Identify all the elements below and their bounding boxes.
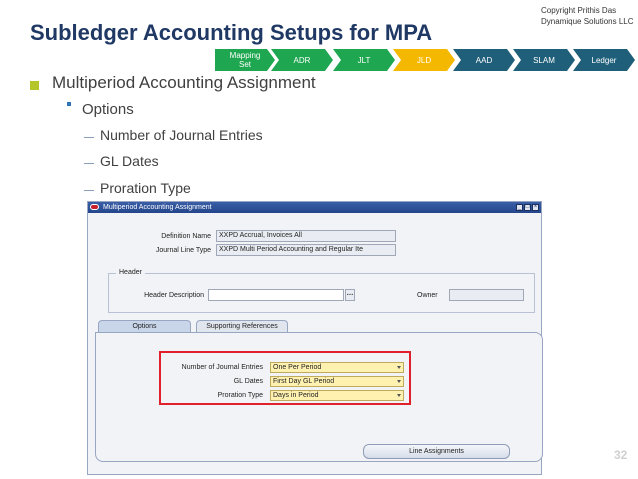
slide-title: Subledger Accounting Setups for MPA <box>30 20 433 45</box>
lov-icon[interactable]: … <box>345 289 355 301</box>
tab-supporting-references[interactable]: Supporting References <box>196 320 288 332</box>
highlight-box <box>159 351 411 405</box>
bullet-level-3: Proration Type <box>100 180 191 196</box>
bullet-level-3: GL Dates <box>100 153 159 169</box>
page-number: 32 <box>614 448 628 462</box>
definition-name-field[interactable]: XXPD Accrual, Invoices All <box>216 230 396 242</box>
copyright-note: Copyright Prithis Das Dynamique Solution… <box>541 5 634 27</box>
line-assignments-button[interactable]: Line Assignments <box>363 444 510 459</box>
breadcrumb-jld: JLD <box>393 49 455 71</box>
close-icon[interactable]: × <box>532 204 539 211</box>
bullet-dot-icon <box>67 102 71 106</box>
breadcrumb-ledger: Ledger <box>573 49 635 71</box>
dash-icon <box>84 190 94 191</box>
tab-options[interactable]: Options <box>98 320 191 332</box>
copyright-line-2: Dynamique Solutions LLC <box>541 17 634 26</box>
bullet-level-1: Multiperiod Accounting Assignment <box>52 73 316 92</box>
window-title: Multiperiod Accounting Assignment <box>103 204 212 211</box>
bullet-level-2: Options <box>82 101 134 118</box>
definition-name-label: Definition Name <box>161 233 211 240</box>
bullet-level-3: Number of Journal Entries <box>100 127 263 143</box>
journal-line-type-field[interactable]: XXPD Multi Period Accounting and Regular… <box>216 244 396 256</box>
header-group-label: Header <box>116 269 145 276</box>
breadcrumb-mapping-set: Mapping Set <box>215 49 275 71</box>
owner-field[interactable] <box>449 289 524 301</box>
breadcrumb-aad: AAD <box>453 49 515 71</box>
journal-line-type-label: Journal Line Type <box>155 247 211 254</box>
bullet-square-icon <box>30 81 39 90</box>
breadcrumb-jlt: JLT <box>333 49 395 71</box>
oracle-logo-icon <box>90 204 99 210</box>
breadcrumb-slam: SLAM <box>513 49 575 71</box>
dash-icon <box>84 163 94 164</box>
owner-label: Owner <box>417 292 438 299</box>
breadcrumb-adr: ADR <box>271 49 333 71</box>
header-description-label: Header Description <box>144 292 204 299</box>
window-title-bar: Multiperiod Accounting Assignment _ □ × <box>88 202 541 213</box>
dash-icon <box>84 137 94 138</box>
maximize-icon[interactable]: □ <box>524 204 531 211</box>
form-window: Multiperiod Accounting Assignment _ □ × … <box>87 201 543 475</box>
minimize-icon[interactable]: _ <box>516 204 523 211</box>
copyright-line-1: Copyright Prithis Das <box>541 6 617 15</box>
header-description-field[interactable] <box>208 289 344 301</box>
